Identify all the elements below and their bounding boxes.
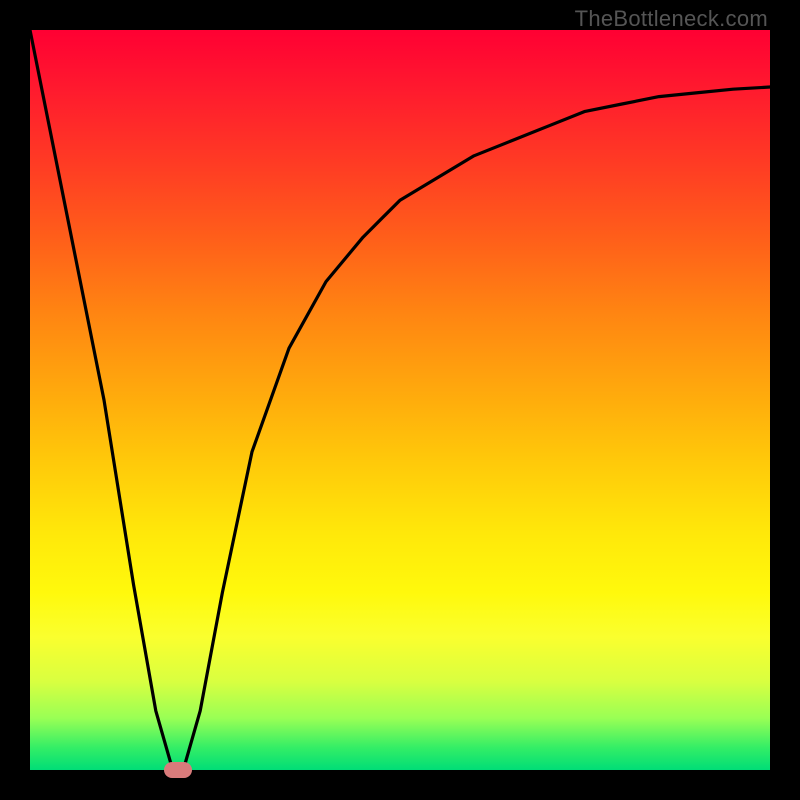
bottleneck-curve: [30, 30, 770, 770]
optimal-marker: [164, 762, 192, 778]
watermark-text: TheBottleneck.com: [575, 6, 768, 32]
curve-path: [30, 30, 770, 770]
plot-area: [30, 30, 770, 770]
chart-frame: TheBottleneck.com: [0, 0, 800, 800]
